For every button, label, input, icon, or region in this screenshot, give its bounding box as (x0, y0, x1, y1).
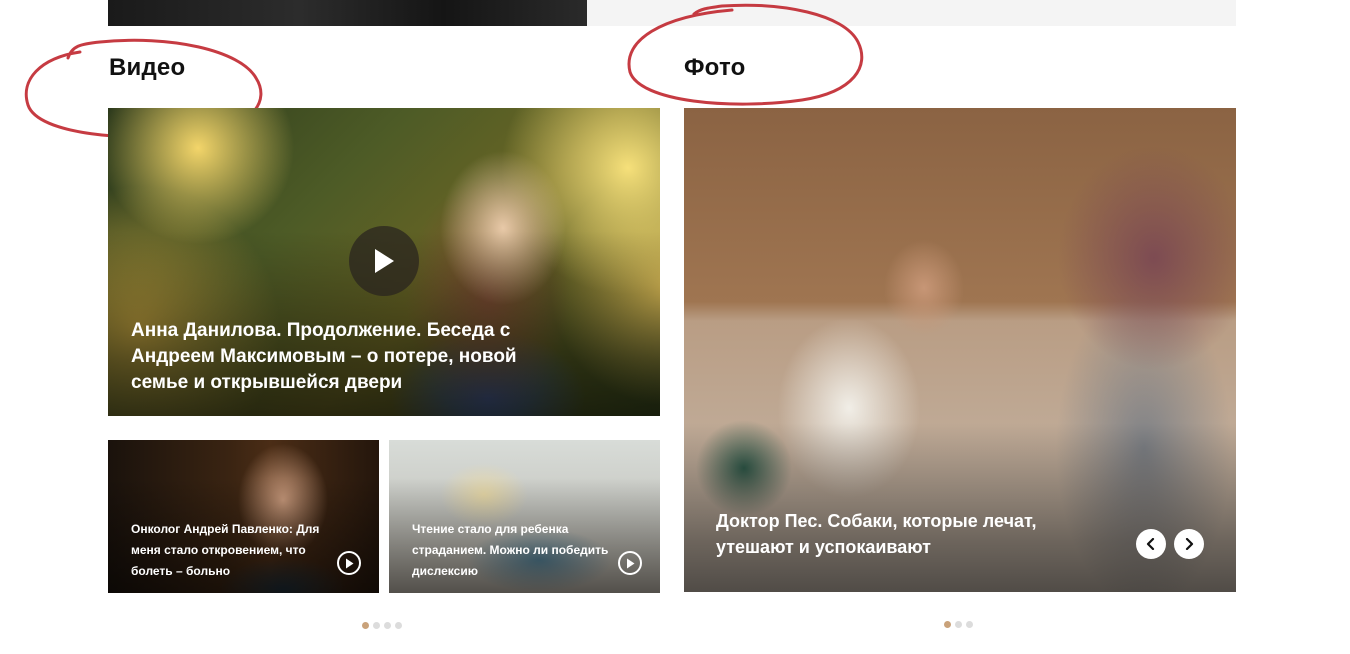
pagination-dot[interactable] (384, 622, 391, 629)
video-main-card[interactable]: Анна Данилова. Продолжение. Беседа с Анд… (108, 108, 660, 416)
pagination-dot[interactable] (362, 622, 369, 629)
video-card-small[interactable]: Онколог Андрей Павленко: Для меня стало … (108, 440, 379, 593)
photo-main-title[interactable]: Доктор Пес. Собаки, которые лечат, утеша… (716, 508, 1106, 560)
pagination-dot[interactable] (373, 622, 380, 629)
previous-section-image (108, 0, 587, 26)
prev-slide-button[interactable] (1136, 529, 1166, 559)
photo-main-card[interactable]: Доктор Пес. Собаки, которые лечат, утеша… (684, 108, 1236, 592)
chevron-left-icon (1146, 538, 1155, 550)
video-card-small[interactable]: Чтение стало для ребенка страданием. Мож… (389, 440, 660, 593)
play-icon[interactable] (337, 551, 361, 575)
pagination-dot[interactable] (955, 621, 962, 628)
next-slide-button[interactable] (1174, 529, 1204, 559)
photo-section-title[interactable]: Фото (684, 54, 745, 82)
video-main-title[interactable]: Анна Данилова. Продолжение. Беседа с Анд… (131, 318, 551, 396)
play-icon[interactable] (349, 226, 419, 296)
video-small-title[interactable]: Онколог Андрей Павленко: Для меня стало … (131, 519, 331, 582)
video-section-title[interactable]: Видео (109, 54, 185, 82)
pagination-dot[interactable] (395, 622, 402, 629)
video-small-title[interactable]: Чтение стало для ребенка страданием. Мож… (412, 519, 612, 582)
photo-pagination (944, 621, 973, 628)
pagination-dot[interactable] (966, 621, 973, 628)
previous-section-panel (587, 0, 1236, 26)
play-icon[interactable] (618, 551, 642, 575)
video-pagination (362, 622, 402, 629)
chevron-right-icon (1185, 538, 1194, 550)
pagination-dot[interactable] (944, 621, 951, 628)
